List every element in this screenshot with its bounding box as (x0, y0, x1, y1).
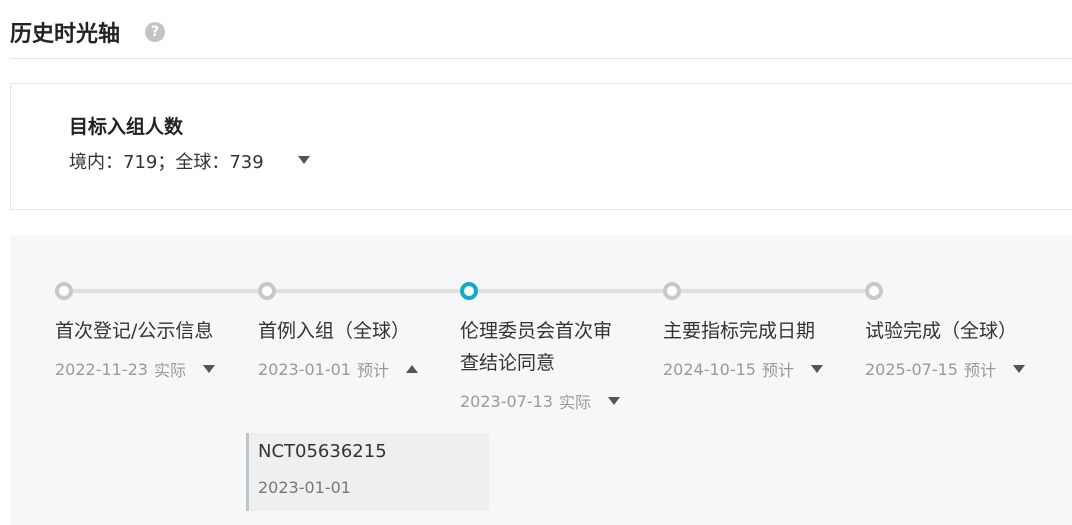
caret-down-icon[interactable] (297, 154, 311, 166)
milestone-date-row: 2024-10-15 预计 (663, 357, 833, 381)
milestone-date: 2022-11-23 (55, 359, 148, 379)
caret-down-icon[interactable] (607, 395, 621, 407)
detail-date: 2023-01-01 (258, 478, 351, 497)
milestone-date-row: 2023-01-01 预计 (258, 357, 428, 381)
milestone-item: 伦理委员会首次审查结论同意 2023-07-13 实际 (460, 315, 630, 413)
milestone-date: 2025-07-15 (865, 359, 958, 379)
milestone-date-row: 2022-11-23 实际 (55, 357, 225, 381)
target-enrollment-title: 目标入组人数 (69, 116, 184, 138)
milestone-item: 首次登记/公示信息 2022-11-23 实际 (55, 315, 225, 381)
milestone-title: 试验完成（全球） (865, 320, 1018, 342)
page-header: 历史时光轴 ? (10, 0, 1072, 59)
milestone-item: 首例入组（全球） 2023-01-01 预计 (258, 315, 428, 381)
milestone-status: 实际 (153, 361, 186, 380)
milestone-title: 首次登记/公示信息 (55, 320, 214, 342)
caret-down-icon[interactable] (810, 363, 824, 375)
milestone-date-row: 2023-07-13 实际 (460, 389, 630, 413)
milestone-status: 预计 (761, 361, 794, 380)
milestone-title: 主要指标完成日期 (663, 320, 816, 342)
target-enrollment-card: 目标入组人数 境内：719；全球：739 (10, 83, 1072, 210)
milestone-date-row: 2025-07-15 预计 (865, 357, 1035, 381)
milestone-date: 2023-07-13 (460, 391, 553, 411)
milestone-status: 预计 (356, 361, 389, 380)
timeline-node-1[interactable] (55, 282, 73, 300)
trial-registration-id: NCT05636215 (258, 441, 387, 462)
milestone-date: 2023-01-01 (258, 359, 351, 379)
milestone-detail-card: NCT05636215 2023-01-01 (246, 433, 489, 511)
milestone-date: 2024-10-15 (663, 359, 756, 379)
milestone-item: 主要指标完成日期 2024-10-15 预计 (663, 315, 833, 381)
target-enrollment-value: 境内：719；全球：739 (69, 152, 264, 173)
page-title: 历史时光轴 (10, 22, 121, 47)
timeline-node-3[interactable] (460, 282, 478, 300)
timeline-node-5[interactable] (865, 282, 883, 300)
milestone-item: 试验完成（全球） 2025-07-15 预计 (865, 315, 1035, 381)
caret-down-icon[interactable] (1012, 363, 1026, 375)
milestone-title: 伦理委员会首次审查结论同意 (460, 320, 613, 374)
help-icon[interactable]: ? (145, 22, 165, 42)
milestone-status: 预计 (963, 361, 996, 380)
milestone-title: 首例入组（全球） (258, 320, 411, 342)
milestone-status: 实际 (558, 393, 591, 412)
caret-down-icon[interactable] (202, 363, 216, 375)
timeline-panel: 首次登记/公示信息 2022-11-23 实际 首例入组（全球） 2023-01… (10, 235, 1072, 525)
caret-up-icon[interactable] (405, 363, 419, 375)
timeline-node-2[interactable] (258, 282, 276, 300)
timeline-node-4[interactable] (663, 282, 681, 300)
